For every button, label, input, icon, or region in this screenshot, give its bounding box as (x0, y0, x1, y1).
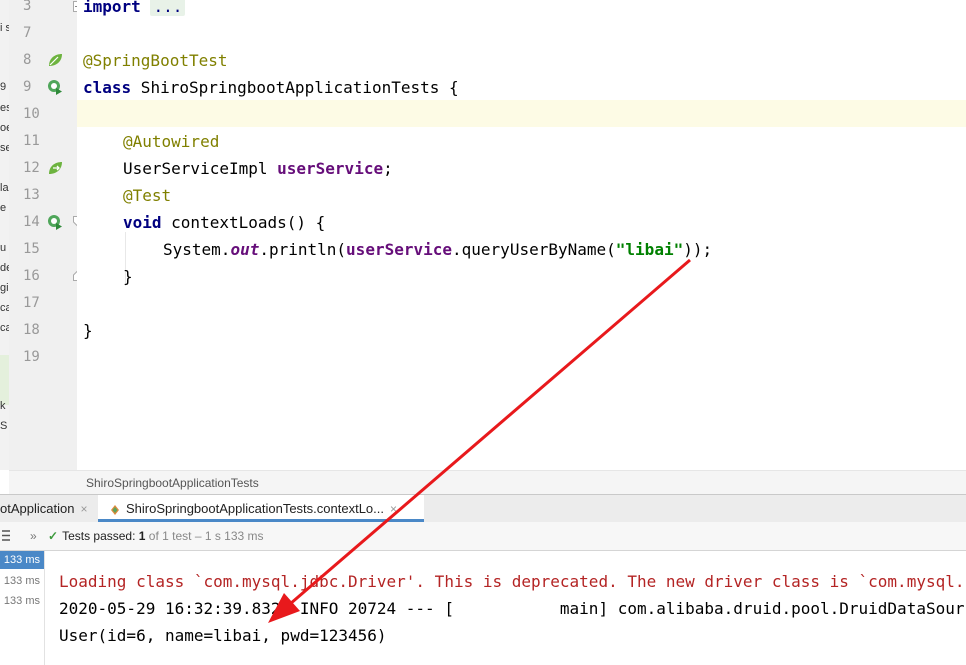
editor-gutter: 3 7 8 9 10 11 12 13 14 15 16 17 18 19 (9, 0, 82, 470)
semicolon: ; (383, 159, 393, 178)
run-test-class-icon[interactable] (47, 79, 63, 95)
caret-line-highlight (77, 100, 966, 127)
line-number: 14 (23, 214, 40, 230)
code-line-11: @Autowired (123, 128, 219, 155)
tests-status: ✓ Tests passed: 1 of 1 test – 1 s 133 ms (48, 522, 264, 550)
type-name: UserServiceImpl (123, 159, 278, 178)
line-number: 17 (23, 295, 40, 311)
code-editor[interactable]: import ... @SpringBootTest class ShiroSp… (77, 0, 966, 470)
spring-leaf-icon[interactable] (47, 52, 63, 68)
line-number: 8 (23, 52, 32, 68)
code-token: System. (163, 240, 231, 259)
test-tree[interactable]: 133 ms 133 ms 133 ms (0, 551, 45, 665)
status-prefix: Tests passed: (62, 529, 139, 543)
spring-bean-navigate-icon[interactable] (47, 160, 63, 176)
string-literal: "libai" (615, 240, 684, 259)
keyword-class: class (83, 78, 132, 97)
line-number: 19 (23, 349, 40, 365)
console-line: Loading class `com.mysql.jdbc.Driver'. T… (59, 572, 966, 591)
class-name: ShiroSpringbootApplicationTests { (131, 78, 459, 97)
line-number: 3 (23, 0, 32, 14)
line-number: 12 (23, 160, 40, 176)
project-panel-fragment: u (0, 242, 7, 254)
line-number: 13 (23, 187, 40, 203)
code-line-15: System.out.println(userService.queryUser… (163, 236, 712, 263)
code-line-8: @SpringBootTest (83, 47, 228, 74)
line-number: 18 (23, 322, 40, 338)
keyword-import: import (83, 0, 141, 16)
line-number: 7 (23, 25, 32, 41)
project-panel-fragment: S (0, 420, 8, 432)
folded-imports[interactable]: ... (150, 0, 186, 16)
code-line-18: } (83, 317, 93, 344)
tab-application[interactable]: otApplication × (0, 495, 96, 522)
code-line-3: import ... (83, 0, 186, 20)
project-panel-fragment: 9 (0, 81, 7, 93)
project-panel-fragment: e (0, 202, 7, 214)
line-number: 15 (23, 241, 40, 257)
code-line-13: @Test (123, 182, 171, 209)
closing-brace: } (123, 267, 133, 286)
test-results-toolbar: » ✓ Tests passed: 1 of 1 test – 1 s 133 m… (0, 522, 966, 551)
field-name: userService (346, 240, 453, 259)
annotation: @Test (123, 186, 172, 205)
code-line-16: } (123, 263, 133, 290)
menu-icon[interactable] (2, 530, 10, 541)
tab-label: otApplication (0, 501, 75, 516)
tab-label: ShiroSpringbootApplicationTests.contextL… (126, 501, 384, 516)
test-diamond-icon (111, 504, 119, 515)
project-panel-fragment: gi (0, 282, 9, 294)
breadcrumb-item[interactable]: ShiroSpringbootApplicationTests (86, 476, 259, 490)
status-detail: of 1 test – 1 s 133 ms (145, 529, 264, 543)
keyword-void: void (123, 213, 162, 232)
close-icon[interactable]: × (390, 502, 397, 516)
field-name: userService (277, 159, 384, 178)
static-field: out (230, 240, 260, 259)
annotation: @Autowired (123, 132, 220, 151)
check-icon: ✓ (48, 529, 59, 543)
console-output[interactable]: Loading class `com.mysql.jdbc.Driver'. T… (45, 551, 966, 665)
console-line: User(id=6, name=libai, pwd=123456) (59, 626, 387, 645)
test-tree-row[interactable]: 133 ms (4, 592, 40, 610)
project-panel-fragment: la (0, 182, 9, 194)
line-number: 9 (23, 79, 32, 95)
project-panel-highlight (0, 355, 9, 405)
close-icon[interactable]: × (80, 502, 87, 516)
code-line-12: UserServiceImpl userService; (123, 155, 393, 182)
run-tabs-bar: otApplication × ShiroSpringbootApplicatio… (0, 494, 966, 523)
project-panel-fragment: k (0, 400, 6, 412)
annotation: @SpringBootTest (83, 51, 228, 70)
code-token: .println( (259, 240, 347, 259)
tab-tests-contextloads[interactable]: ShiroSpringbootApplicationTests.contextL… (98, 495, 424, 522)
chevron-more-icon[interactable]: » (30, 522, 37, 550)
code-line-9: class ShiroSpringbootApplicationTests { (83, 74, 459, 101)
breadcrumb[interactable]: ShiroSpringbootApplicationTests (9, 470, 966, 495)
code-line-14: void contextLoads() { (123, 209, 325, 236)
code-token: .queryUserByName( (452, 240, 616, 259)
test-tree-row[interactable]: 133 ms (4, 572, 40, 590)
method-signature: contextLoads() { (161, 213, 326, 232)
code-token: )); (683, 240, 713, 259)
line-number: 10 (23, 106, 40, 122)
console-line: 2020-05-29 16:32:39.832 INFO 20724 --- [… (59, 599, 966, 618)
line-number: 11 (23, 133, 40, 149)
test-tree-row[interactable]: 133 ms (0, 551, 44, 569)
closing-brace: } (83, 321, 93, 340)
run-test-method-icon[interactable] (47, 214, 63, 230)
line-number: 16 (23, 268, 40, 284)
